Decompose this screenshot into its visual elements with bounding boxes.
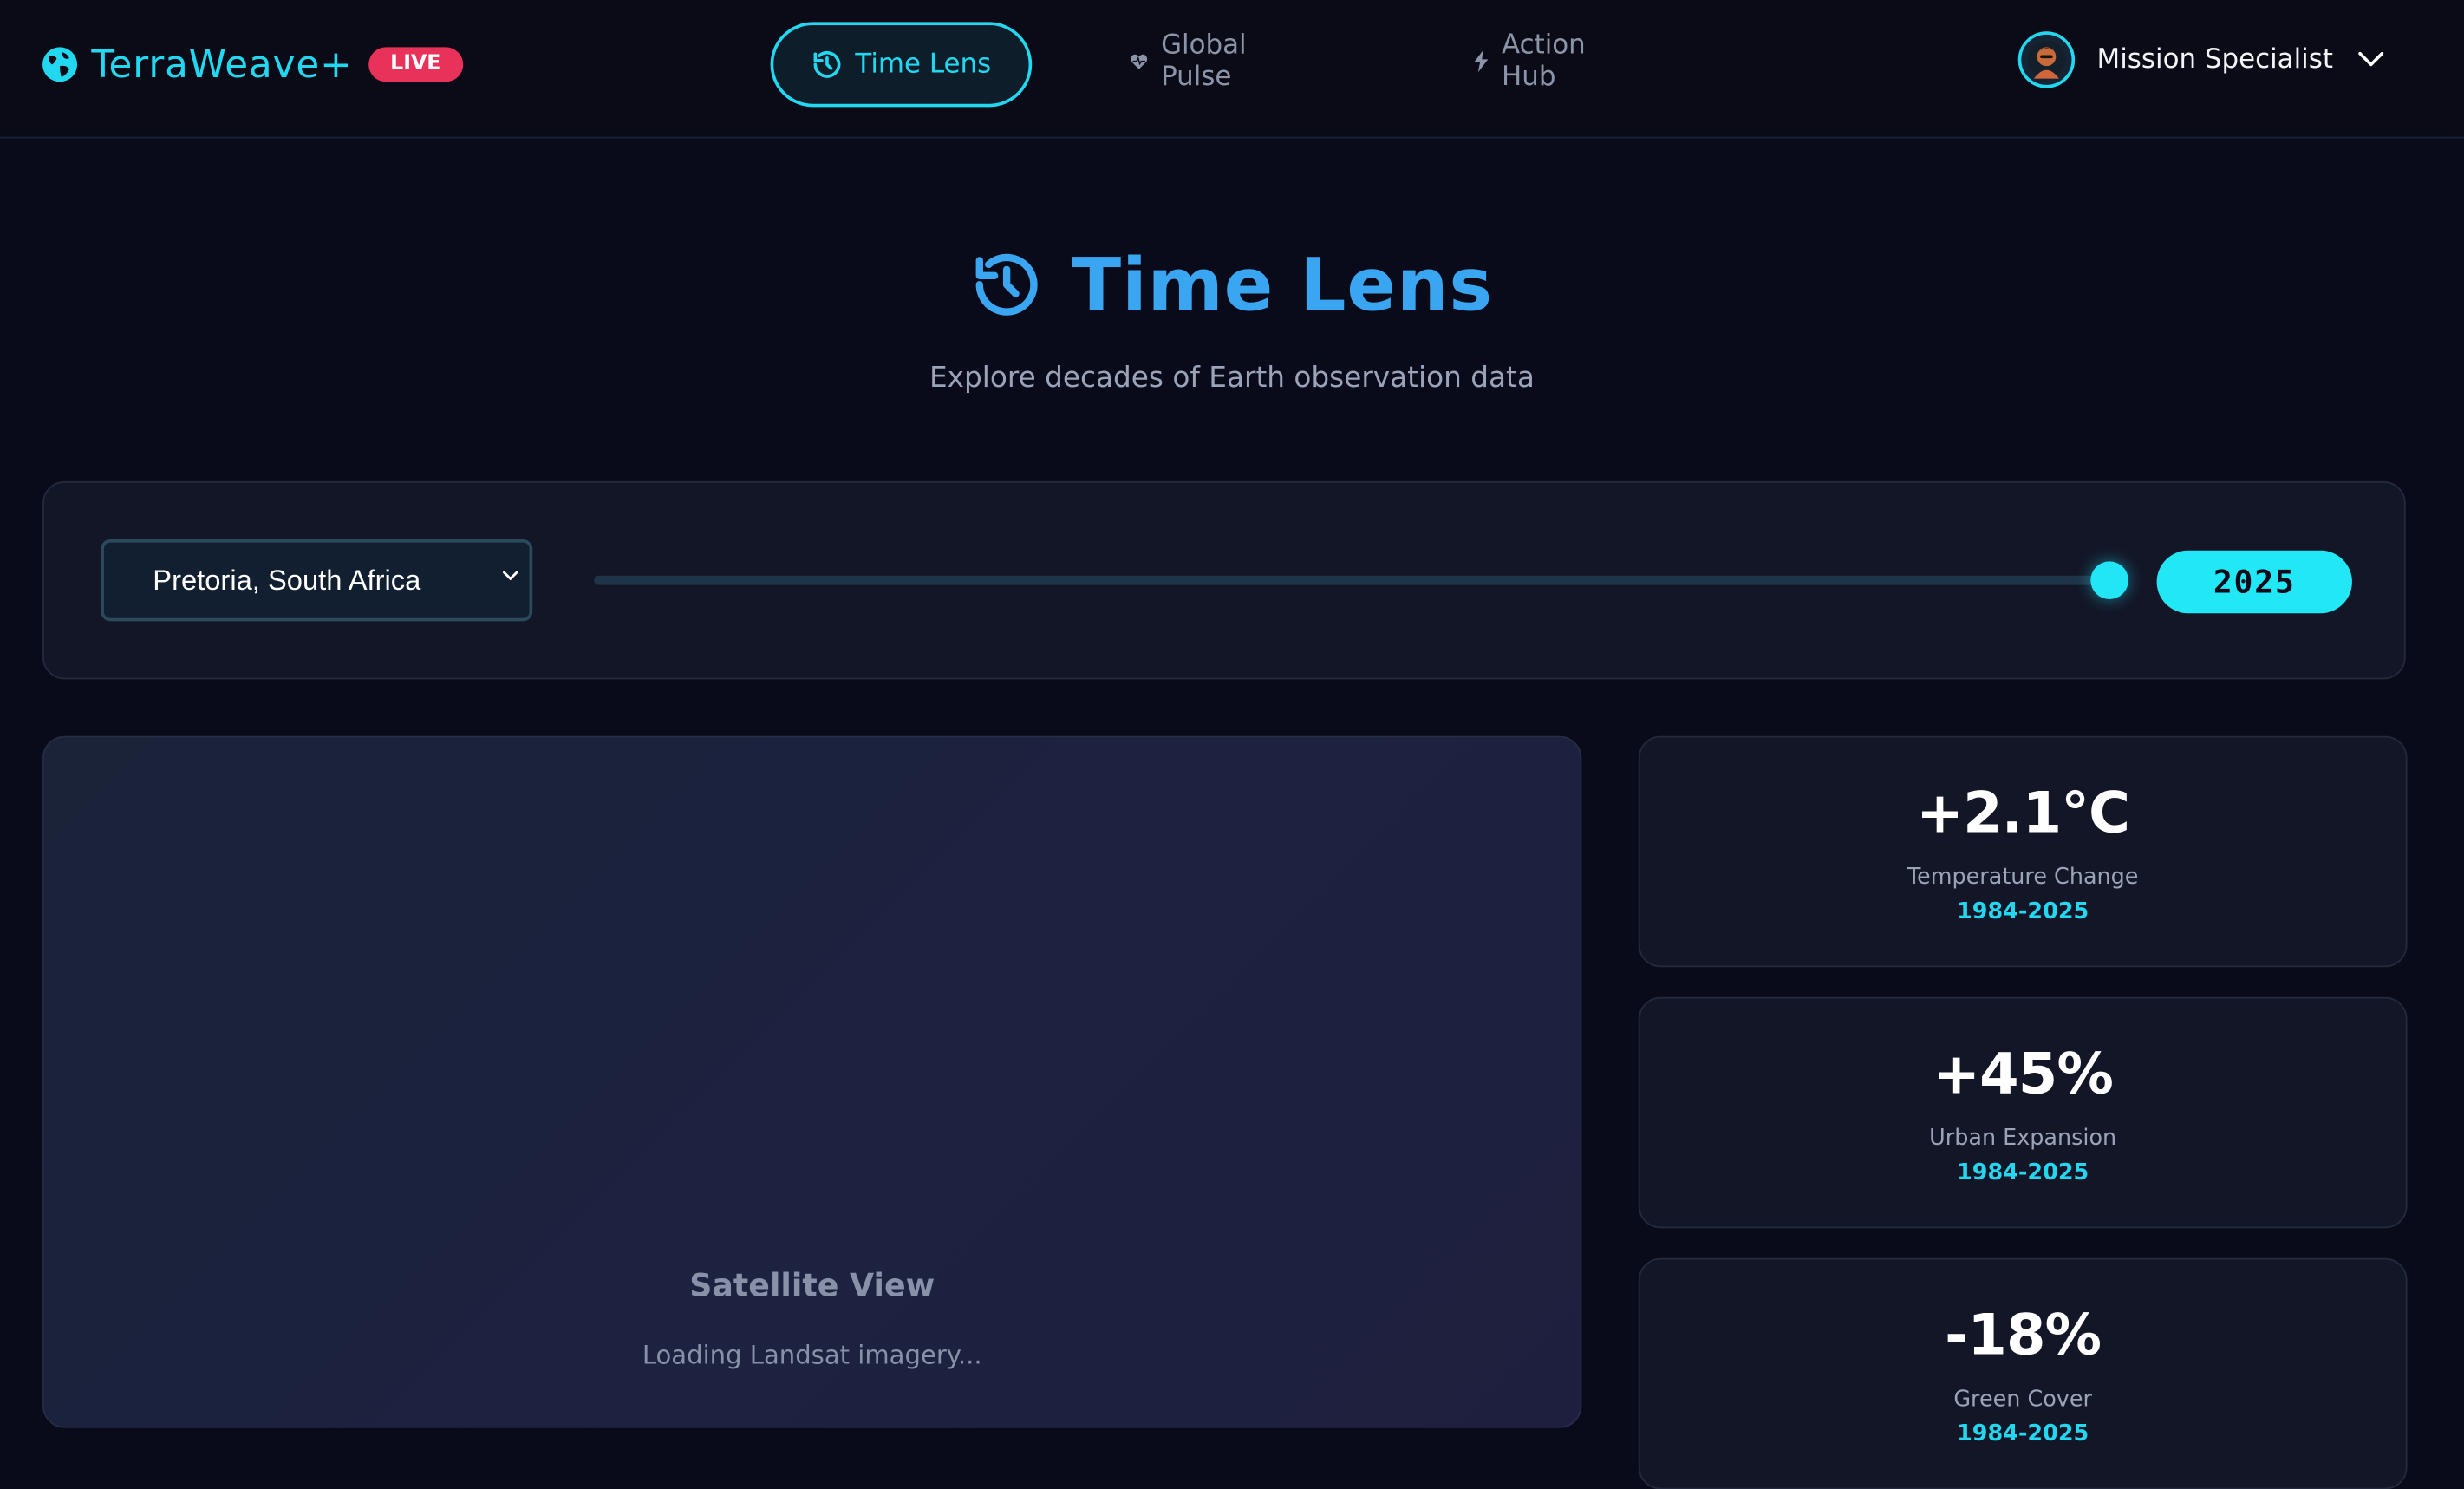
tab-label: Action Hub [1502, 29, 1586, 93]
avatar-portrait-icon [2027, 41, 2066, 79]
tab-label: Global Pulse [1161, 29, 1247, 93]
stat-period: 1984-2025 [1957, 1421, 2089, 1447]
app-name: TerraWeave+ [91, 42, 353, 87]
page-title: Time Lens [0, 242, 2464, 327]
top-header: TerraWeave+ LIVE Time Lens Global Pulse [0, 0, 2464, 139]
stat-value: +2.1°C [1916, 781, 2130, 846]
history-icon [813, 50, 841, 78]
satellite-view: Satellite View Loading Landsat imagery..… [42, 735, 1582, 1428]
chevron-down-icon [503, 571, 518, 581]
location-select[interactable]: Pretoria, South Africa [101, 539, 533, 622]
live-badge: LIVE [368, 47, 463, 82]
stat-value: +45% [1933, 1042, 2114, 1107]
bolt-icon [1474, 50, 1489, 73]
stat-card-green-cover: -18% Green Cover 1984-2025 [1638, 1257, 2408, 1489]
stat-card-urban: +45% Urban Expansion 1984-2025 [1638, 996, 2408, 1229]
year-slider-track[interactable] [594, 575, 2110, 585]
page-heading: Time Lens [1072, 242, 1494, 328]
year-slider-thumb[interactable] [2090, 561, 2128, 599]
location-value: Pretoria, South Africa [153, 564, 421, 596]
logo[interactable]: TerraWeave+ LIVE [41, 42, 463, 87]
satellite-status: Loading Landsat imagery... [642, 1340, 982, 1370]
satellite-title: Satellite View [689, 1265, 935, 1304]
stat-label: Temperature Change [1907, 865, 2139, 891]
stat-period: 1984-2025 [1957, 899, 2089, 925]
stat-label: Green Cover [1953, 1387, 2092, 1413]
page-subtitle: Explore decades of Earth observation dat… [929, 362, 1535, 395]
app-root: TerraWeave+ LIVE Time Lens Global Pulse [0, 0, 2464, 1489]
tab-label: Time Lens [855, 49, 992, 81]
heart-pulse-icon [1131, 54, 1148, 69]
year-display: 2025 [2156, 550, 2352, 614]
globe-icon [42, 47, 78, 82]
tab-action-hub[interactable]: Action Hub [1473, 22, 1594, 101]
tab-time-lens[interactable]: Time Lens [770, 22, 1033, 108]
avatar [2017, 31, 2076, 88]
tab-global-pulse[interactable]: Global Pulse [1130, 22, 1259, 101]
user-menu[interactable]: Mission Specialist [2017, 31, 2384, 88]
user-name: Mission Specialist [2096, 43, 2333, 76]
chevron-down-icon [2358, 51, 2384, 67]
control-panel: Pretoria, South Africa 2025 [42, 480, 2406, 680]
stat-label: Urban Expansion [1929, 1126, 2117, 1152]
stat-period: 1984-2025 [1957, 1160, 2089, 1186]
history-icon [976, 253, 1039, 316]
stat-card-temperature: +2.1°C Temperature Change 1984-2025 [1638, 735, 2408, 968]
stat-value: -18% [1945, 1303, 2102, 1368]
